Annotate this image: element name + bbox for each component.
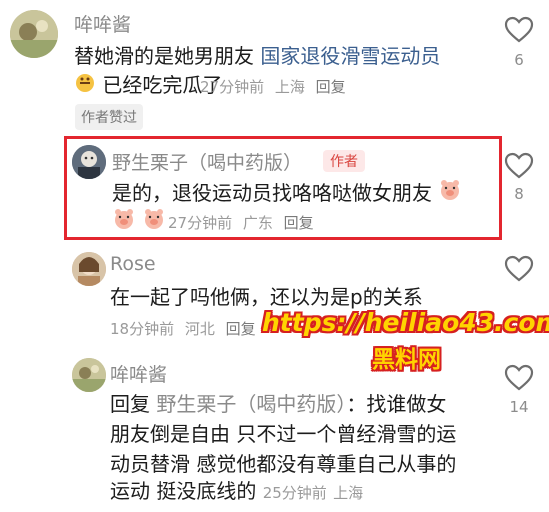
- avatar[interactable]: [72, 252, 106, 286]
- like-heart-icon[interactable]: [504, 364, 534, 392]
- comment-meta: 27分钟前 广东 回复: [168, 212, 320, 233]
- comment-text: 替她滑的是她男朋友 国家退役滑雪运动员: [74, 41, 440, 72]
- comment-location: 上海: [274, 78, 305, 96]
- reply-button[interactable]: 回复: [284, 214, 314, 232]
- comment-meta: 18分钟前 河北 回复: [110, 318, 262, 339]
- comment-username[interactable]: 野生栗子（喝中药版）: [112, 148, 302, 175]
- pig-emoji-icon: [142, 208, 166, 239]
- comment-time: 18分钟前: [110, 320, 175, 338]
- like-heart-icon[interactable]: [504, 255, 534, 283]
- comment-time: 27分钟前: [168, 214, 233, 232]
- comment-location: 河北: [184, 320, 215, 338]
- comment-time: 25分钟前: [262, 484, 327, 502]
- reply-button[interactable]: 回复: [316, 78, 346, 96]
- avatar[interactable]: [72, 358, 106, 392]
- like-count: 6: [514, 51, 524, 69]
- reply-prefix: 回复: [110, 392, 150, 416]
- avatar[interactable]: [72, 145, 106, 179]
- author-badge: 作者: [323, 150, 365, 172]
- comment-link[interactable]: 国家退役滑雪运动员: [260, 44, 440, 68]
- author-liked-badge: 作者赞过: [75, 104, 143, 130]
- comment-text-line4: 运动 挺没底线的 25分钟前 上海: [110, 476, 363, 509]
- like-heart-icon[interactable]: [504, 16, 534, 44]
- comment-location: 广东: [242, 214, 273, 232]
- comment-text-plain: 替她滑的是她男朋友: [74, 44, 261, 68]
- comment-location: 上海: [333, 484, 364, 502]
- comment-text-rest: ：找谁做女: [346, 392, 447, 416]
- comment-time: 27分钟前: [200, 78, 265, 96]
- reply-target-user[interactable]: 野生栗子（喝中药版）: [156, 392, 346, 416]
- watermark-url: https://heiliao43.com: [262, 308, 549, 337]
- melon-emoji-icon: [74, 71, 96, 102]
- comment-meta: 27分钟前 上海 回复: [200, 76, 352, 97]
- comment-username[interactable]: 哞哞酱: [74, 10, 131, 37]
- comment-meta-line: [112, 207, 166, 239]
- comment-username[interactable]: Rose: [110, 253, 156, 275]
- like-count: 14: [509, 398, 529, 416]
- comment-text-line4-text: 运动 挺没底线的: [110, 479, 257, 503]
- pig-emoji-icon: [112, 208, 136, 239]
- like-count: 8: [514, 185, 524, 203]
- watermark-name: 黑料网: [372, 347, 441, 373]
- avatar[interactable]: [10, 10, 58, 58]
- comment-username[interactable]: 哞哞酱: [110, 360, 167, 387]
- comment-text-content: 是的，退役运动员找咯咯哒做女朋友: [112, 181, 432, 205]
- comment-text-line2: 朋友倒是自由 只不过一个曾经滑雪的运: [110, 422, 457, 446]
- comment-text: 是的，退役运动员找咯咯哒做女朋友: [112, 178, 462, 210]
- reply-button[interactable]: 回复: [226, 320, 256, 338]
- comment-text-line1: 回复 野生栗子（喝中药版）：找谁做女: [110, 389, 446, 420]
- like-heart-icon[interactable]: [504, 152, 534, 180]
- pig-emoji-icon: [438, 179, 462, 210]
